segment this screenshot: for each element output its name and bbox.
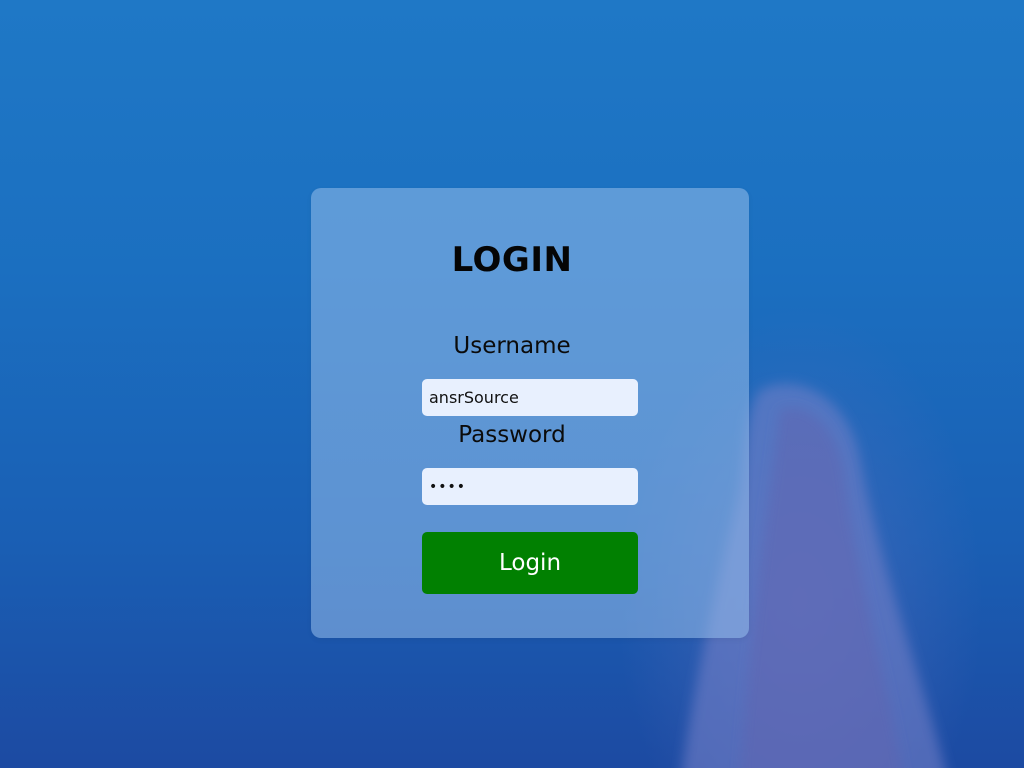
login-title: LOGIN: [451, 240, 573, 280]
password-label: Password: [458, 422, 566, 448]
login-button[interactable]: Login: [422, 532, 638, 594]
username-input[interactable]: [422, 379, 638, 416]
username-label: Username: [453, 333, 571, 359]
password-input[interactable]: [422, 468, 638, 505]
